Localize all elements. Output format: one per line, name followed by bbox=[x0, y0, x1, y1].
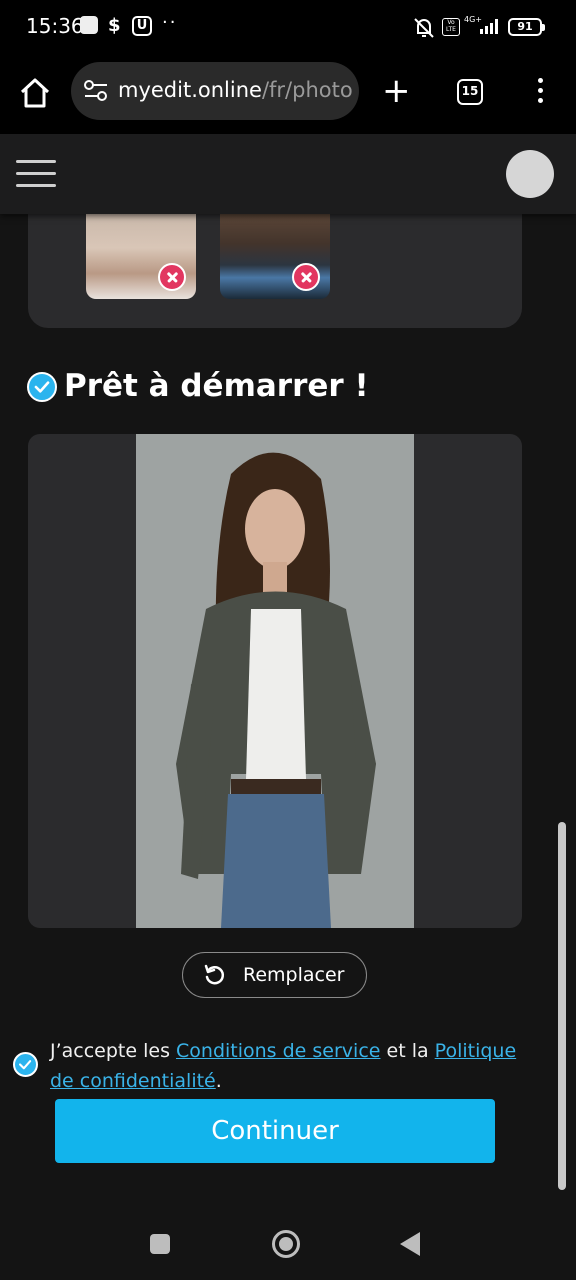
continue-button[interactable]: Continuer bbox=[55, 1099, 495, 1163]
sample-images-card bbox=[28, 214, 522, 328]
preview-card bbox=[28, 434, 522, 928]
url-path: /fr/photo bbox=[261, 78, 353, 102]
check-circle-icon bbox=[27, 372, 57, 402]
volte-icon: Vo LTE bbox=[442, 18, 460, 36]
replace-button-label: Remplacer bbox=[243, 964, 345, 986]
sample-image-2[interactable] bbox=[220, 214, 330, 299]
uploaded-photo bbox=[136, 434, 414, 928]
site-header bbox=[0, 134, 576, 214]
remove-icon[interactable] bbox=[292, 263, 320, 291]
address-bar[interactable]: myedit.online/fr/photo bbox=[71, 62, 359, 120]
svg-text:4G+: 4G+ bbox=[464, 15, 482, 24]
system-nav-bar bbox=[0, 1214, 576, 1280]
remove-icon[interactable] bbox=[158, 263, 186, 291]
hamburger-icon[interactable] bbox=[16, 160, 56, 188]
scrollbar[interactable] bbox=[558, 822, 566, 1190]
status-time: 15:36 bbox=[26, 14, 84, 38]
home-icon[interactable] bbox=[18, 76, 52, 110]
home-circle-icon[interactable] bbox=[272, 1230, 300, 1258]
browser-toolbar: myedit.online/fr/photo + 15 bbox=[0, 56, 576, 134]
page-title: Prêt à démarrer ! bbox=[64, 368, 369, 404]
signal-icon: 4G+ bbox=[464, 15, 498, 34]
recent-apps-icon[interactable] bbox=[150, 1234, 170, 1254]
url-text[interactable]: myedit.online/fr/photo bbox=[118, 78, 353, 102]
u-app-icon: U bbox=[132, 16, 152, 36]
sample-image-1[interactable] bbox=[86, 214, 196, 299]
replace-button[interactable]: Remplacer bbox=[182, 952, 367, 998]
replace-icon bbox=[204, 964, 225, 985]
terms-text: J’accepte les Conditions de service et l… bbox=[50, 1036, 540, 1096]
terms-suffix: . bbox=[215, 1070, 222, 1092]
dollar-icon: $ bbox=[108, 15, 121, 36]
vibrate-off-icon bbox=[414, 18, 434, 38]
more-notifications-icon: ·· bbox=[162, 12, 178, 33]
tab-switcher-button[interactable]: 15 bbox=[457, 79, 483, 105]
tune-icon[interactable] bbox=[83, 79, 109, 103]
notification-square-icon bbox=[80, 16, 98, 34]
avatar[interactable] bbox=[506, 150, 554, 198]
status-bar: 15:36 $ U ·· Vo LTE 4G+ 91 bbox=[0, 0, 576, 56]
battery-icon: 91 bbox=[508, 18, 545, 36]
terms-of-service-link[interactable]: Conditions de service bbox=[176, 1040, 380, 1062]
terms-prefix: J’accepte les bbox=[50, 1040, 177, 1062]
new-tab-plus-icon[interactable]: + bbox=[382, 74, 411, 108]
terms-checkbox-icon[interactable] bbox=[13, 1052, 38, 1077]
terms-middle: et la bbox=[380, 1040, 435, 1062]
url-host: myedit.online bbox=[118, 78, 262, 102]
more-vert-icon[interactable] bbox=[532, 78, 548, 108]
back-icon[interactable] bbox=[400, 1232, 420, 1256]
main-content: Prêt à démarrer ! Remplacer J’accepte le… bbox=[0, 214, 576, 1214]
